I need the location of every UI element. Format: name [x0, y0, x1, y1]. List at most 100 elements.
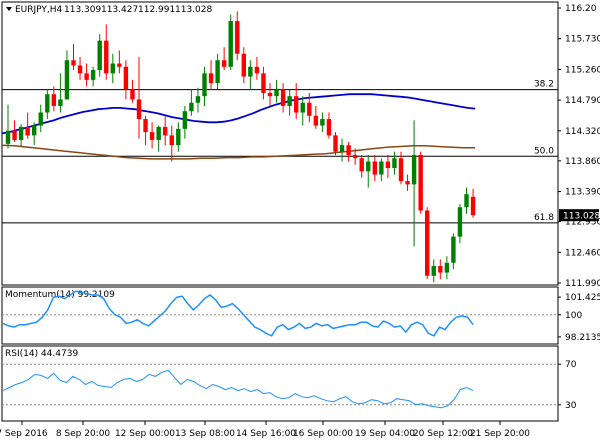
chart-root: EURJPY,H4 113.309 113.427 112.991 113.02… [0, 1, 600, 439]
y-tick-label: 111.990 [565, 279, 600, 289]
candle-body [280, 89, 286, 106]
candle-body [12, 130, 17, 140]
candle-body [18, 126, 24, 140]
candle-body [352, 154, 358, 159]
momentum-y-tick-label: 98.2135 [565, 333, 600, 343]
candle-body [5, 130, 11, 144]
candle-body [333, 135, 338, 152]
y-tick-label: 112.460 [565, 248, 600, 258]
x-tick-label: 19 Sep 04:00 [355, 429, 415, 439]
candle-body [32, 125, 37, 136]
ohlc-open: 113.309 [64, 5, 101, 15]
candle-body [418, 154, 423, 211]
candle-body [254, 66, 260, 74]
candle-body [235, 21, 240, 54]
y-tick-label: 116.20 [565, 4, 597, 14]
ohlc-close: 113.028 [175, 5, 212, 15]
candle-body [104, 40, 109, 74]
candle-body [248, 66, 253, 77]
rsi-title: RSI(14) 44.4739 [5, 349, 78, 359]
candle-body [346, 145, 351, 155]
y-tick-label: 115.260 [565, 65, 600, 75]
candle-body [130, 89, 135, 100]
candle-body [176, 128, 181, 146]
ohlc-low: 112.991 [138, 5, 175, 15]
rsi-y-tick-label: 30 [565, 401, 577, 411]
candle-body [215, 60, 220, 84]
candle-body [136, 99, 142, 120]
main-pane-frame [1, 1, 559, 286]
rsi-y-tick-label: 70 [565, 360, 577, 370]
momentum-pane: Momentum(14) 99.2109 [1, 286, 559, 345]
candle-body [169, 135, 174, 146]
x-tick-label: 21 Sep 20:00 [470, 429, 530, 439]
candle-body [320, 119, 325, 126]
candle-body [58, 99, 63, 106]
momentum-y-tick-label: 100 [565, 311, 582, 321]
candle-body [189, 102, 194, 112]
candle-body [470, 196, 476, 216]
candle-body [117, 63, 122, 67]
ohlc-high: 113.427 [101, 5, 138, 15]
candle-body [464, 194, 469, 208]
candle-body [405, 181, 410, 185]
fib-label-61.8: 61.8 [534, 213, 554, 223]
candle-body [300, 102, 305, 113]
candle-body [77, 65, 83, 74]
candle-body [379, 161, 384, 175]
candle-body [307, 102, 312, 116]
fib-label-50.0: 50.0 [534, 146, 554, 156]
candle-body [274, 89, 279, 97]
candle-body [221, 60, 227, 67]
candle-body [84, 73, 89, 80]
y-tick-label: 113.860 [565, 157, 600, 167]
candle-body [372, 161, 377, 175]
candle-body [261, 73, 266, 93]
y-tick-label: 113.390 [565, 188, 600, 198]
candle-body [51, 94, 57, 106]
momentum-y-tick-label: 101.4257 [565, 293, 600, 303]
candle-body [313, 115, 319, 126]
candle-body [326, 119, 332, 136]
x-tick-label: 8 Sep 20:00 [56, 429, 111, 439]
candle-body [163, 126, 168, 136]
fib-label-38.2: 38.2 [534, 80, 554, 90]
candle-body [411, 154, 417, 185]
candle-body [241, 53, 246, 77]
candle-body [425, 210, 430, 276]
y-tick-label: 115.730 [565, 35, 600, 45]
y-tick-label: 114.320 [565, 127, 600, 137]
x-tick-label: 7 Sep 2016 [0, 429, 48, 439]
candle-body [143, 119, 148, 133]
candle-body [97, 40, 102, 71]
candle-body [208, 73, 214, 84]
candle-body [457, 207, 463, 237]
rsi-pane: RSI(14) 44.4739 [1, 345, 559, 422]
candle-body [38, 112, 43, 126]
candle-body [294, 96, 299, 113]
x-tick-label: 16 Sep 00:00 [293, 429, 353, 439]
candle-body [195, 96, 201, 103]
candle-body [287, 96, 292, 106]
x-tick-label: 12 Sep 00:00 [115, 429, 175, 439]
rsi-pane-frame [1, 345, 559, 422]
main-pane: EURJPY,H4 113.309 113.427 112.991 113.02… [1, 1, 559, 286]
candle-body [182, 111, 188, 129]
candle-body [267, 92, 273, 97]
candle-body [123, 66, 129, 90]
candle-body [228, 21, 233, 67]
candle-body [156, 126, 161, 140]
candle-body [366, 161, 371, 172]
candle-body [438, 266, 443, 273]
candle-body [359, 158, 364, 172]
candle-body [71, 60, 76, 66]
candle-body [110, 63, 115, 74]
symbol-title: EURJPY,H4 [15, 5, 63, 15]
candle-body [398, 158, 404, 182]
y-tick-label: 114.790 [565, 96, 600, 106]
candle-body [385, 161, 391, 169]
candle-body [431, 266, 436, 276]
x-tick-label: 14 Sep 16:00 [236, 429, 296, 439]
candle-body [64, 60, 70, 100]
last-price-label: 113.028 [563, 212, 600, 222]
